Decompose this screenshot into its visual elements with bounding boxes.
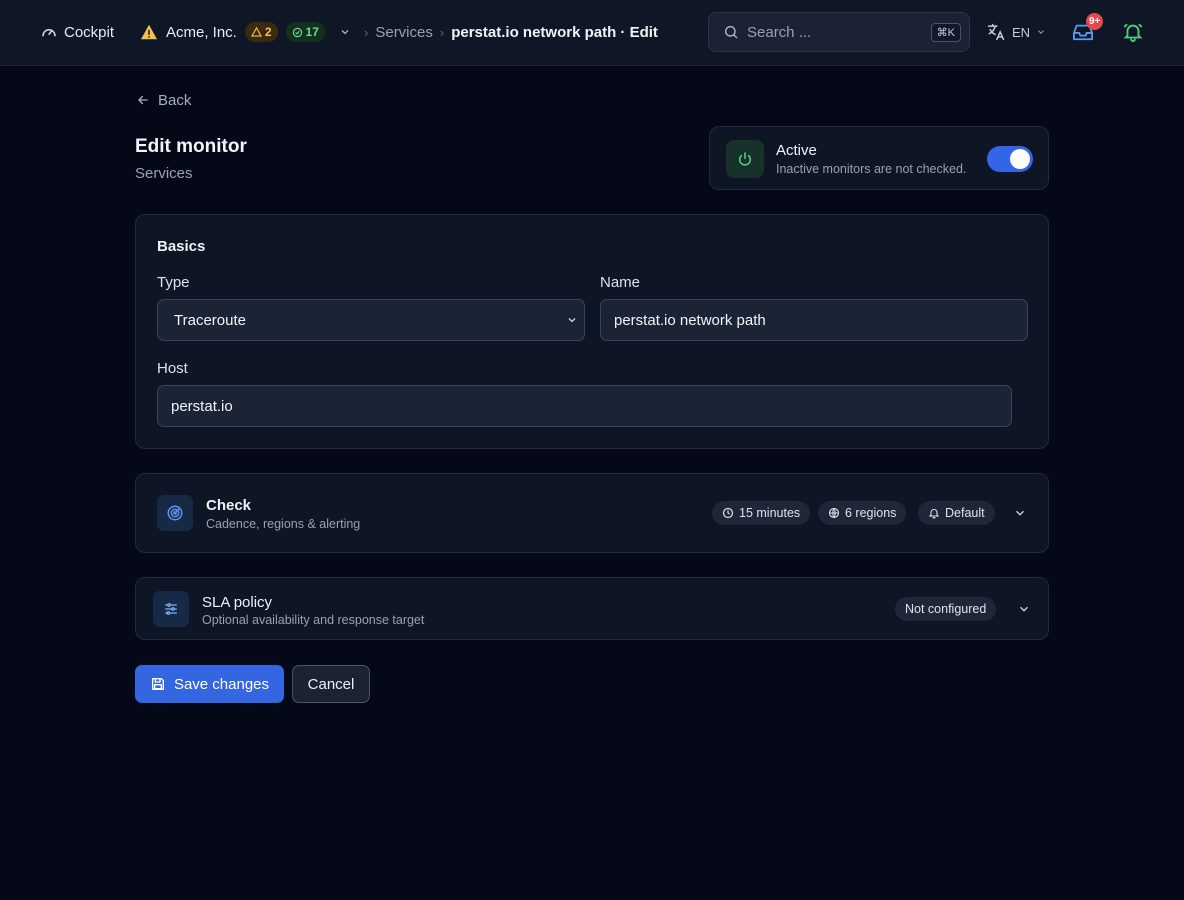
bell-icon [1122, 21, 1144, 43]
basics-section-title: Basics [157, 238, 206, 255]
warning-small-icon [250, 27, 262, 37]
type-select[interactable]: Traceroute [157, 299, 585, 341]
check-accordion[interactable]: Check Cadence, regions & alerting 15 min… [135, 473, 1049, 553]
chevron-down-icon [1036, 27, 1046, 37]
host-label: Host [157, 360, 188, 377]
chevron-right-icon: › [364, 24, 369, 40]
warning-triangle-icon [140, 24, 158, 40]
check-title: Check [206, 497, 252, 514]
alerting-chip: Default [918, 501, 995, 525]
search-placeholder[interactable]: Search ... [747, 24, 923, 41]
check-circle-icon [292, 27, 303, 38]
save-button[interactable]: Save changes [135, 665, 284, 703]
name-input[interactable]: perstat.io network path [600, 299, 1028, 341]
active-description: Inactive monitors are not checked. [776, 162, 967, 176]
regions-chip: 6 regions [818, 501, 907, 525]
back-label: Back [158, 91, 192, 109]
breadcrumb-current: perstat.io network path · Edit [451, 23, 658, 41]
page-title: Edit monitor [135, 136, 247, 157]
cancel-button[interactable]: Cancel [292, 665, 370, 703]
basics-card: Basics Type Traceroute Name perstat.io n… [135, 214, 1049, 449]
active-toggle[interactable] [987, 146, 1033, 172]
sliders-icon [153, 591, 189, 627]
back-link[interactable]: Back [136, 90, 191, 110]
interval-chip: 15 minutes [712, 501, 811, 525]
clock-icon [722, 507, 734, 519]
search-icon [723, 24, 739, 40]
bell-small-icon [928, 507, 940, 519]
app-name: Cockpit [64, 23, 115, 41]
arrow-left-icon [136, 93, 150, 107]
chevron-right-icon: › [439, 24, 445, 40]
top-bar: Cockpit Acme, Inc. 2 17 › Services › per… [0, 0, 1184, 66]
save-label: Save changes [173, 675, 270, 693]
sla-title: SLA policy [202, 594, 273, 611]
check-description: Cadence, regions & alerting [206, 517, 361, 531]
type-value: Traceroute [174, 311, 246, 329]
page-subtitle: Services [135, 165, 193, 182]
cancel-label: Cancel [307, 675, 355, 693]
name-value: perstat.io network path [614, 311, 766, 329]
translate-icon [986, 22, 1006, 42]
host-value: perstat.io [171, 397, 233, 415]
org-name: Acme, Inc. [166, 23, 237, 41]
gauge-icon [40, 23, 58, 41]
warning-count-badge: 2 [244, 22, 278, 42]
chevron-down-icon [1017, 602, 1031, 616]
ok-count-badge: 17 [285, 22, 325, 42]
power-icon [726, 140, 764, 178]
app-home-link[interactable]: Cockpit [40, 21, 114, 43]
chevron-down-icon [566, 314, 578, 326]
sla-status-chip: Not configured [895, 597, 997, 621]
alerts-button[interactable] [1122, 20, 1144, 44]
type-label: Type [157, 274, 190, 291]
search-shortcut: ⌘K [930, 22, 961, 42]
sla-description: Optional availability and response targe… [202, 613, 425, 627]
breadcrumb-services[interactable]: Services [375, 24, 433, 41]
toggle-knob [1010, 149, 1030, 169]
search-box[interactable]: Search ... ⌘K [708, 12, 970, 52]
active-title: Active [776, 142, 817, 159]
org-switcher[interactable]: Acme, Inc. 2 17 [140, 21, 351, 43]
save-icon [150, 676, 166, 692]
chevron-down-icon [339, 26, 351, 38]
globe-icon [828, 507, 840, 519]
language-selector[interactable]: EN [986, 21, 1046, 43]
breadcrumb: › Services › perstat.io network path · E… [364, 21, 658, 43]
radar-icon [157, 495, 193, 531]
sla-accordion[interactable]: SLA policy Optional availability and res… [135, 577, 1049, 640]
host-input[interactable]: perstat.io [157, 385, 1012, 427]
chevron-down-icon [1013, 506, 1027, 520]
name-label: Name [600, 274, 641, 291]
active-status-card: Active Inactive monitors are not checked… [709, 126, 1049, 190]
language-code: EN [1012, 24, 1031, 40]
